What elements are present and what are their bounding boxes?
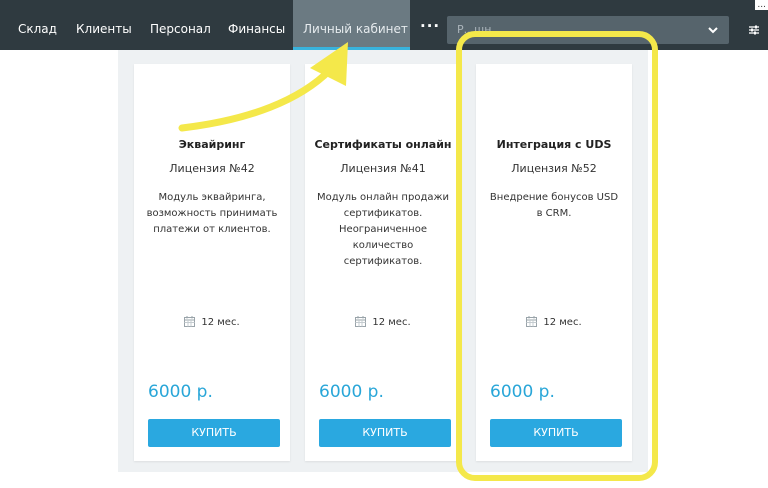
card-description: Модуль онлайн продажи сертификатов. Неог… (317, 192, 449, 267)
card-term-text: 12 мес. (543, 317, 582, 328)
top-navigation-bar: Склад Клиенты Персонал Финансы Личный ка… (0, 0, 768, 50)
card-price: 6000 р. (319, 382, 384, 402)
card-license: Лицензия №41 (340, 162, 426, 175)
buy-button[interactable]: КУПИТЬ (490, 419, 622, 447)
more-dots-icon[interactable]: ... (420, 13, 440, 31)
branch-select[interactable]: Р...шн.. ..... . .... (447, 16, 729, 44)
card-term-text: 12 мес. (372, 317, 411, 328)
card-price: 6000 р. (148, 382, 213, 402)
buy-button[interactable]: КУПИТЬ (148, 419, 280, 447)
tab-clients[interactable]: Клиенты (66, 0, 142, 50)
card-term-text: 12 мес. (201, 317, 240, 328)
card-description: Модуль эквайринга, возможность принимать… (146, 192, 278, 235)
card-license: Лицензия №52 (511, 162, 597, 175)
card-title: Интеграция с UDS (496, 138, 612, 151)
chevron-down-icon (708, 27, 718, 34)
tab-personal-account[interactable]: Личный кабинет (293, 0, 410, 50)
card-price: 6000 р. (490, 382, 555, 402)
card-term: 12 мес. (476, 316, 632, 328)
card-description: Внедрение бонусов USD в CRM. (489, 192, 619, 219)
branch-select-value: Р...шн.. ..... . .... (457, 23, 544, 36)
tab-warehouse[interactable]: Склад (8, 0, 67, 50)
calendar-icon (355, 316, 367, 327)
tab-staff[interactable]: Персонал (140, 0, 221, 50)
calendar-icon (526, 316, 538, 327)
calendar-icon (184, 316, 196, 327)
card-title: Сертификаты онлайн (314, 138, 452, 151)
card-license: Лицензия №42 (169, 162, 255, 175)
tab-finance[interactable]: Финансы (218, 0, 295, 50)
license-card-acquiring: Эквайринг Лицензия №42 Модуль эквайринга… (134, 64, 290, 461)
buy-button[interactable]: КУПИТЬ (319, 419, 451, 447)
card-term: 12 мес. (305, 316, 461, 328)
license-card-certificates: Сертификаты онлайн Лицензия №41 Модуль о… (305, 64, 461, 461)
top-right-fragment: ... (755, 0, 768, 10)
license-card-uds: Интеграция с UDS Лицензия №52 Внедрение … (476, 64, 632, 461)
card-title: Эквайринг (178, 138, 246, 151)
settings-sliders-icon[interactable] (748, 24, 760, 36)
card-term: 12 мес. (134, 316, 290, 328)
